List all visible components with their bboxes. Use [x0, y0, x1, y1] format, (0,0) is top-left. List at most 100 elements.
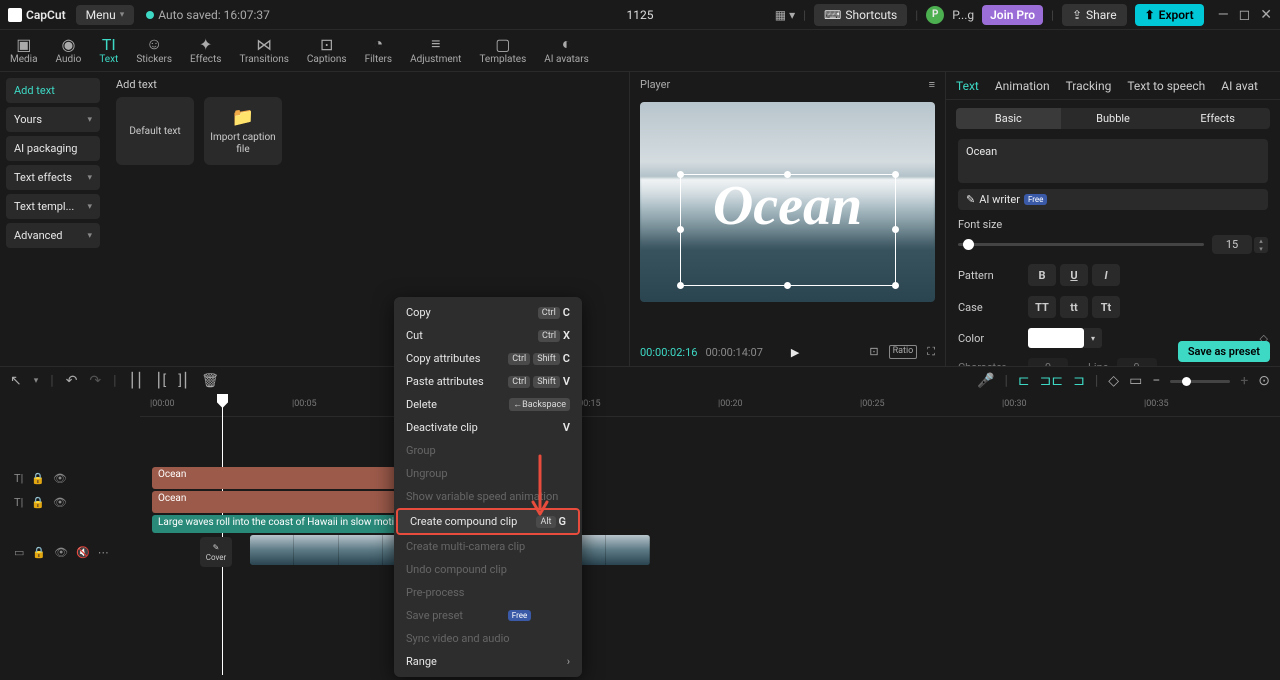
player-menu-icon[interactable]: ≡	[929, 78, 935, 91]
ctx-range[interactable]: Range›	[394, 650, 582, 673]
bold-button[interactable]: B	[1028, 264, 1056, 286]
handle-w[interactable]	[677, 226, 684, 233]
cover-button[interactable]: ✎ Cover	[200, 537, 232, 567]
snap-start-button[interactable]: ⊏	[1018, 373, 1030, 389]
ribbon-stickers[interactable]: ☺Stickers	[136, 36, 172, 65]
handle-n[interactable]	[784, 171, 791, 178]
sidebar-yours[interactable]: Yours▾	[6, 107, 100, 132]
visibility-icon[interactable]: 👁	[54, 546, 68, 559]
mute-icon[interactable]: 🔇	[76, 546, 90, 559]
preview-area[interactable]: Ocean	[630, 96, 945, 338]
ctx-deactivate-clip[interactable]: Deactivate clipV	[394, 416, 582, 439]
default-text-card[interactable]: Default text	[116, 97, 194, 165]
selection-box[interactable]	[680, 174, 896, 286]
track-lane[interactable]: Ocean	[140, 467, 1280, 489]
magnet-button[interactable]: ⊐⊏	[1040, 373, 1063, 389]
ribbon-effects[interactable]: ✦Effects	[190, 36, 221, 65]
subtab-bubble[interactable]: Bubble	[1061, 108, 1166, 129]
preview-tool[interactable]: ▭	[1129, 373, 1142, 389]
ribbon-text[interactable]: TIText	[99, 36, 118, 65]
join-pro-button[interactable]: Join Pro	[982, 5, 1043, 25]
split-right-tool[interactable]: ]⎮	[178, 373, 189, 389]
sidebar-ai-packaging[interactable]: AI packaging	[6, 136, 100, 161]
share-button[interactable]: ⇪ Share	[1062, 4, 1127, 26]
pointer-tool[interactable]: ↖	[10, 373, 22, 389]
zoom-fit-button[interactable]: ⊙	[1258, 373, 1270, 389]
zoom-in-button[interactable]: +	[1240, 373, 1248, 389]
ai-writer-button[interactable]: ✎ AI writer Free	[958, 189, 1268, 210]
case-lower-button[interactable]: tt	[1060, 296, 1088, 318]
chevron-down-icon[interactable]: ▾	[34, 376, 39, 386]
handle-e[interactable]	[892, 226, 899, 233]
case-upper-button[interactable]: TT	[1028, 296, 1056, 318]
minimize-button[interactable]: —	[1218, 7, 1229, 23]
split-left-tool[interactable]: ⎮[	[155, 373, 166, 389]
handle-s[interactable]	[784, 282, 791, 289]
ctx-copy[interactable]: CopyCtrlC	[394, 301, 582, 324]
underline-button[interactable]: U	[1060, 264, 1088, 286]
case-title-button[interactable]: Tt	[1092, 296, 1120, 318]
ribbon-ai-avatars[interactable]: ◐AI avatars	[544, 36, 589, 65]
menu-button[interactable]: Menu ▾	[76, 5, 135, 25]
lock-icon[interactable]: 🔒	[31, 472, 45, 485]
ctx-create-compound-clip[interactable]: Create compound clipAltG	[396, 508, 580, 535]
visibility-icon[interactable]: 👁	[53, 496, 67, 509]
import-caption-card[interactable]: 📁 Import caption file	[204, 97, 282, 165]
handle-se[interactable]	[892, 282, 899, 289]
playhead-head[interactable]	[217, 394, 228, 408]
visibility-icon[interactable]: 👁	[53, 472, 67, 485]
slider-thumb[interactable]	[963, 239, 974, 250]
tab-text[interactable]: Text	[956, 79, 979, 93]
fontsize-slider[interactable]	[958, 243, 1204, 246]
fontsize-stepper[interactable]: ▴▾	[1254, 237, 1268, 253]
sidebar-text-effects[interactable]: Text effects▾	[6, 165, 100, 190]
tab-ai-avatar[interactable]: AI avat	[1221, 79, 1258, 93]
tab-animation[interactable]: Animation	[995, 79, 1050, 93]
color-swatch[interactable]	[1028, 328, 1084, 348]
marker-tool[interactable]: ◇	[1108, 373, 1119, 389]
ctx-paste-attributes[interactable]: Paste attributesCtrlShiftV	[394, 370, 582, 393]
play-button[interactable]: ▶	[791, 346, 799, 359]
ribbon-templates[interactable]: ▢Templates	[479, 36, 526, 65]
document-title[interactable]: 1125	[627, 8, 654, 22]
lock-icon[interactable]: 🔒	[31, 496, 45, 509]
ctx-copy-attributes[interactable]: Copy attributesCtrlShiftC	[394, 347, 582, 370]
more-icon[interactable]: ⋯	[98, 546, 109, 559]
sidebar-add-text[interactable]: Add text	[6, 78, 100, 103]
color-dropdown[interactable]: ▾	[1084, 328, 1102, 348]
italic-button[interactable]: I	[1092, 264, 1120, 286]
ctx-delete[interactable]: Delete←Backspace	[394, 393, 582, 416]
fullscreen-icon[interactable]: ⛶	[927, 345, 935, 359]
track-lane[interactable]: Large waves roll into the coast of Hawai…	[140, 515, 1280, 533]
handle-nw[interactable]	[677, 171, 684, 178]
redo-button[interactable]: ↷	[89, 373, 101, 389]
timeline-ruler[interactable]: |00:00 |00:05 |00:10 |00:15 |00:20 |00:2…	[140, 395, 1280, 417]
subtab-basic[interactable]: Basic	[956, 108, 1061, 129]
ribbon-audio[interactable]: ◉Audio	[56, 36, 82, 65]
layout-icon[interactable]: ▦ ▾	[775, 8, 795, 22]
ratio-button[interactable]: Ratio	[889, 345, 918, 359]
handle-sw[interactable]	[677, 282, 684, 289]
ribbon-adjustment[interactable]: ≡Adjustment	[410, 36, 461, 65]
handle-ne[interactable]	[892, 171, 899, 178]
ribbon-transitions[interactable]: ⋈Transitions	[239, 36, 288, 65]
tab-tts[interactable]: Text to speech	[1127, 79, 1205, 93]
track-lane[interactable]: Ocean	[140, 491, 1280, 513]
maximize-button[interactable]: ◻	[1239, 7, 1251, 23]
zoom-slider[interactable]	[1170, 380, 1230, 383]
save-preset-button[interactable]: Save as preset	[1178, 341, 1270, 362]
ribbon-media[interactable]: ▣Media	[10, 36, 38, 65]
user-avatar[interactable]: P	[926, 6, 944, 24]
zoom-out-button[interactable]: −	[1152, 373, 1160, 389]
sidebar-advanced[interactable]: Advanced▾	[6, 223, 100, 248]
sidebar-text-templates[interactable]: Text templ...▾	[6, 194, 100, 219]
tab-tracking[interactable]: Tracking	[1066, 79, 1112, 93]
split-tool[interactable]: ⎮⎮	[129, 373, 144, 389]
text-clip-1[interactable]: Ocean	[152, 467, 396, 489]
subtab-effects[interactable]: Effects	[1165, 108, 1270, 129]
mic-button[interactable]: 🎤	[977, 373, 994, 389]
delete-tool[interactable]: 🗑	[201, 373, 219, 389]
export-button[interactable]: ⬆ Export	[1135, 4, 1204, 26]
snap-end-button[interactable]: ⊐	[1073, 373, 1085, 389]
fontsize-input[interactable]: 15	[1212, 235, 1252, 254]
